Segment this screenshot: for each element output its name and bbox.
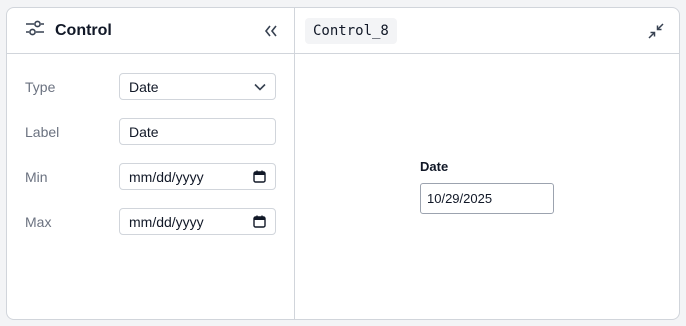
max-date-input[interactable]: mm/dd/yyyy (119, 208, 276, 235)
max-date-value: mm/dd/yyyy (129, 213, 204, 230)
max-label: Max (25, 213, 52, 230)
type-label: Type (25, 78, 56, 95)
collapse-panel-button[interactable] (260, 20, 282, 42)
form-row-min: Min mm/dd/yyyy (25, 154, 276, 199)
minimize-icon (648, 22, 664, 39)
sliders-icon (25, 20, 45, 41)
form-row-max: Max mm/dd/yyyy (25, 199, 276, 244)
min-date-input[interactable]: mm/dd/yyyy (119, 163, 276, 190)
double-chevron-left-icon (264, 25, 277, 36)
control-form: Type Date Label Date Min mm/dd/yyyy Max … (7, 54, 294, 244)
control-name-chip: Control_8 (305, 17, 397, 44)
label-input[interactable]: Date (119, 118, 276, 145)
type-select-value: Date (129, 78, 159, 95)
date-control-preview: Date 10/29/2025 (420, 159, 554, 214)
control-panel: Control Type Date Label Date Min mm/dd/y… (7, 8, 295, 319)
label-input-value: Date (129, 123, 159, 140)
calendar-icon[interactable] (253, 215, 266, 228)
min-date-value: mm/dd/yyyy (129, 168, 204, 185)
type-select[interactable]: Date (119, 73, 276, 100)
control-editor: Control Type Date Label Date Min mm/dd/y… (6, 7, 680, 320)
form-row-type: Type Date (25, 64, 276, 109)
panel-title: Control (55, 21, 112, 39)
minimize-button[interactable] (645, 20, 667, 42)
form-row-label: Label Date (25, 109, 276, 154)
label-label: Label (25, 123, 60, 140)
preview-label: Date (420, 159, 449, 174)
chevron-down-icon (254, 83, 266, 91)
calendar-icon[interactable] (253, 170, 266, 183)
preview-panel-header: Control_8 (295, 8, 679, 54)
preview-date-value: 10/29/2025 (427, 191, 493, 206)
min-label: Min (25, 168, 48, 185)
control-panel-header: Control (7, 8, 294, 54)
preview-panel: Control_8 Date 10/29/2025 (295, 8, 679, 319)
preview-date-input[interactable]: 10/29/2025 (420, 183, 554, 214)
